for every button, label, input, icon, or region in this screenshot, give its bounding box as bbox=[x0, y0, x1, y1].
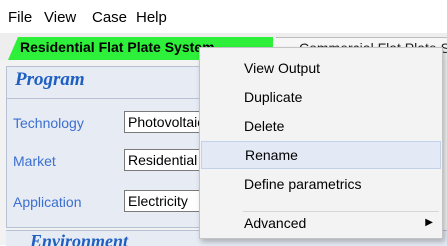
menu-item-advanced[interactable]: Advanced ▶ bbox=[201, 209, 441, 237]
menu-view[interactable]: View bbox=[44, 9, 76, 27]
market-label: Market bbox=[13, 153, 56, 169]
technology-label: Technology bbox=[13, 115, 84, 131]
menu-item-duplicate[interactable]: Duplicate bbox=[201, 83, 441, 111]
program-divider bbox=[7, 98, 217, 99]
menu-case[interactable]: Case bbox=[92, 9, 127, 27]
menu-item-advanced-label: Advanced bbox=[244, 215, 307, 231]
menu-file[interactable]: File bbox=[8, 9, 32, 27]
application-label: Application bbox=[13, 194, 82, 210]
menu-bar: File View Case Help bbox=[0, 0, 447, 33]
environment-title: Environment bbox=[30, 231, 129, 246]
menu-help[interactable]: Help bbox=[136, 9, 167, 27]
menu-item-delete[interactable]: Delete bbox=[201, 112, 441, 140]
program-panel: Program Technology Photovoltaic Market R… bbox=[6, 66, 234, 228]
menu-item-rename[interactable]: Rename bbox=[201, 141, 441, 169]
menu-item-view-output[interactable]: View Output bbox=[201, 54, 441, 82]
submenu-arrow-icon: ▶ bbox=[425, 217, 433, 228]
program-title: Program bbox=[15, 69, 85, 90]
menu-item-define-parametrics[interactable]: Define parametrics bbox=[201, 170, 441, 198]
context-menu: View Output Duplicate Delete Rename Defi… bbox=[199, 47, 443, 239]
